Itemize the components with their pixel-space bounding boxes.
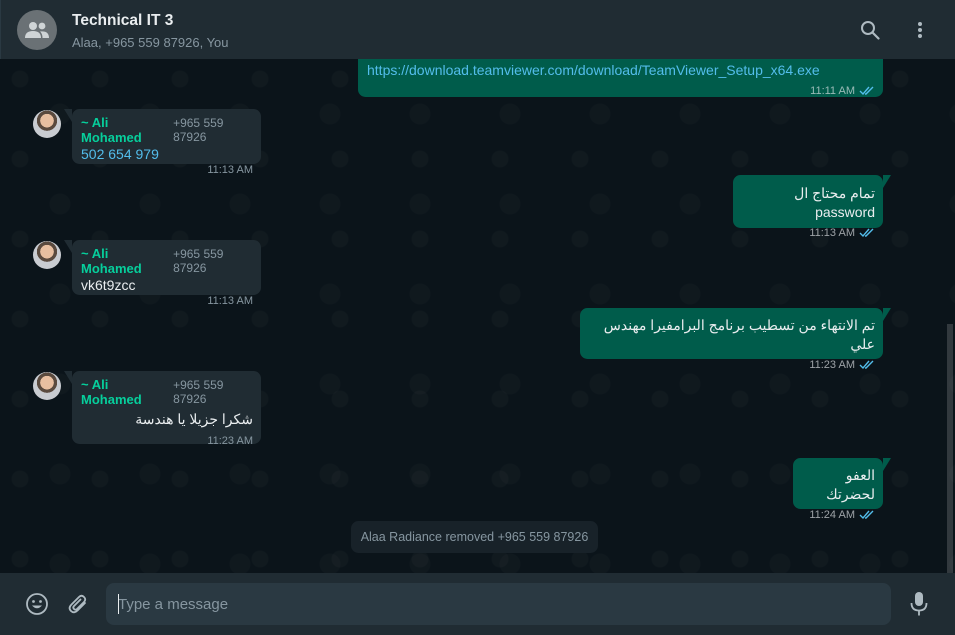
menu-icon [918,22,922,38]
sender-name[interactable]: ~ Ali Mohamed [81,115,165,145]
read-ticks-icon [859,510,874,520]
sender-avatar[interactable] [33,110,61,138]
voice-message-button[interactable] [906,591,932,617]
message-meta: 11:13 AM [742,225,875,240]
message-meta: 11:13 AM [81,162,253,177]
message-input-wrapper[interactable] [106,583,891,625]
chat-header-info[interactable]: Technical IT 3 Alaa, +965 559 87926, You [72,11,229,52]
bubble-tail [883,175,891,188]
sender-row: ~ Ali Mohamed +965 559 87926 [81,115,253,145]
sender-row: ~ Ali Mohamed +965 559 87926 [81,246,253,276]
message-time: 11:13 AM [207,294,253,307]
message-outgoing[interactable]: تم الانتهاء من تسطيب برنامج البرامفيرا م… [580,308,891,371]
message-time: 11:23 AM [207,434,253,447]
message-incoming[interactable]: ~ Ali Mohamed +965 559 87926 502 654 979… [64,109,261,176]
read-ticks-icon [859,360,874,370]
bubble-tail [883,458,891,471]
message-input[interactable] [106,583,891,625]
emoji-icon [26,593,48,615]
message-time: 11:23 AM [809,358,855,371]
sender-row: ~ Ali Mohamed +965 559 87926 [81,377,253,407]
read-ticks-icon [859,228,874,238]
composer-bar [0,573,955,635]
sender-phone: +965 559 87926 [173,247,224,275]
message-text: العفو لحضرتك [826,467,875,502]
message-outgoing[interactable]: تمام محتاج ال password 11:13 AM [733,175,891,239]
text-caret [118,594,119,614]
message-outgoing[interactable]: العفو لحضرتك 11:24 AM [793,458,891,521]
message-time: 11:24 AM [809,508,855,521]
scrollbar[interactable] [947,324,953,573]
message-time: 11:13 AM [207,163,253,176]
emoji-button[interactable] [24,591,50,617]
message-meta: 11:23 AM [81,433,253,448]
bubble-tail [64,109,72,122]
message-time: 11:13 AM [809,226,855,239]
chat-header[interactable]: Technical IT 3 Alaa, +965 559 87926, You [0,0,955,59]
chat-title: Technical IT 3 [72,12,174,29]
message-time: 11:11 AM [810,84,855,97]
sender-phone: +965 559 87926 [173,378,224,406]
sender-avatar[interactable] [33,241,61,269]
message-list[interactable]: https://download.teamviewer.com/download… [0,59,955,573]
message-meta: 11:23 AM [589,357,875,372]
menu-button[interactable] [908,18,932,42]
bubble-tail [883,308,891,321]
search-icon [861,21,880,40]
sender-phone: +965 559 87926 [173,116,224,144]
message-text: تمام محتاج ال password [794,185,875,220]
message-outgoing[interactable]: https://download.teamviewer.com/download… [358,59,883,97]
message-meta: 11:13 AM [81,293,253,308]
attach-icon [68,594,87,614]
message-text: تم الانتهاء من تسطيب برنامج البرامفيرا م… [603,317,875,352]
message-text: شكرا جزيلا يا هندسة [135,411,253,427]
mic-icon [910,592,928,616]
search-button[interactable] [858,18,882,42]
read-ticks-icon [859,86,874,96]
message-incoming[interactable]: ~ Ali Mohamed +965 559 87926 شكرا جزيلا … [64,371,261,447]
bubble-tail [64,240,72,253]
sender-avatar[interactable] [33,372,61,400]
sender-name[interactable]: ~ Ali Mohamed [81,246,165,276]
attach-button[interactable] [65,591,91,617]
message-meta: 11:11 AM [367,83,875,98]
group-avatar[interactable] [17,10,57,50]
message-link[interactable]: https://download.teamviewer.com/download… [367,61,875,80]
chat-members: Alaa, +965 559 87926, You [72,35,229,50]
group-avatar-icon [25,22,49,38]
message-incoming[interactable]: ~ Ali Mohamed +965 559 87926 vk6t9zcc 11… [64,240,261,307]
system-message: Alaa Radiance removed +965 559 87926 [351,521,598,553]
message-meta: 11:24 AM [802,507,875,522]
sender-name[interactable]: ~ Ali Mohamed [81,377,165,407]
bubble-tail [64,371,72,384]
